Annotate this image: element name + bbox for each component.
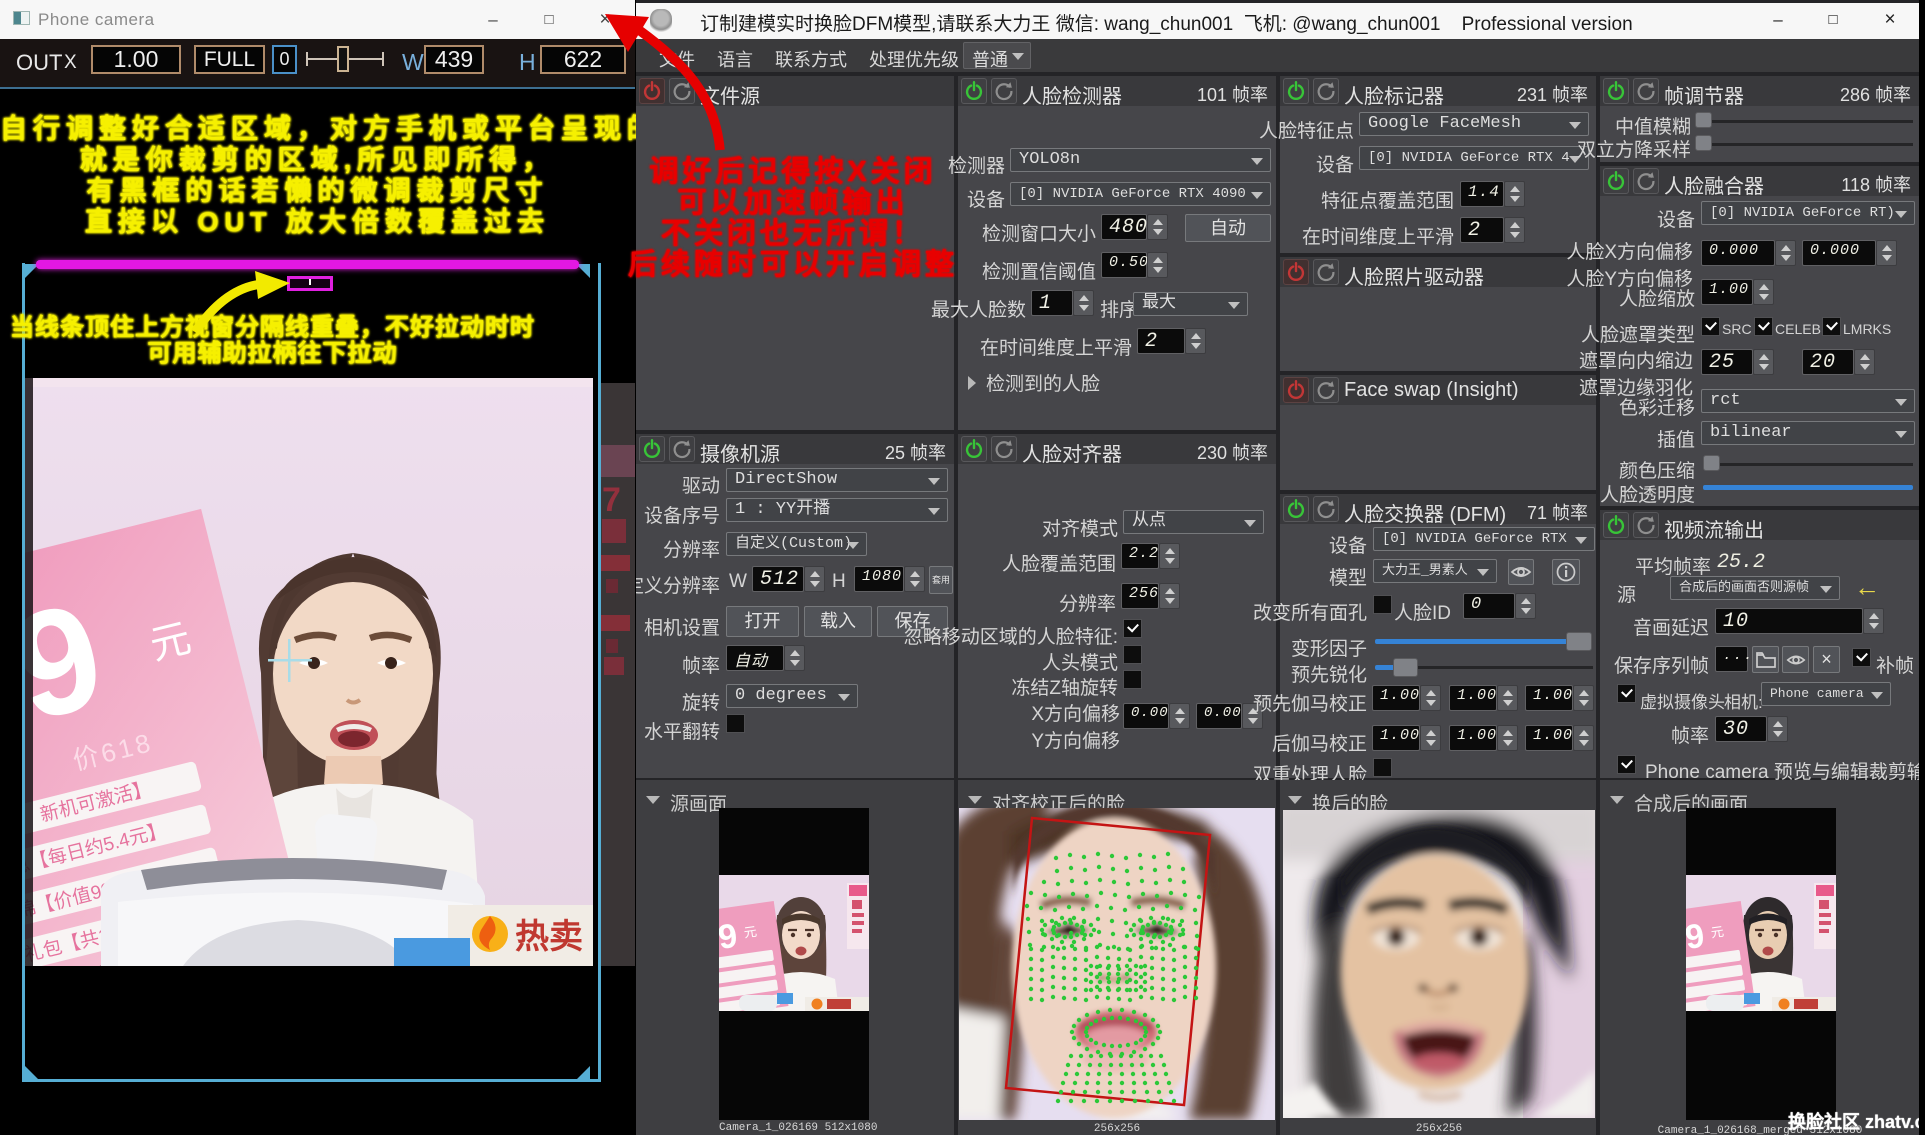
svg-text:元: 元 [743,924,758,941]
svg-text:元: 元 [1710,924,1725,941]
svg-text:热卖: 热卖 [515,918,583,956]
